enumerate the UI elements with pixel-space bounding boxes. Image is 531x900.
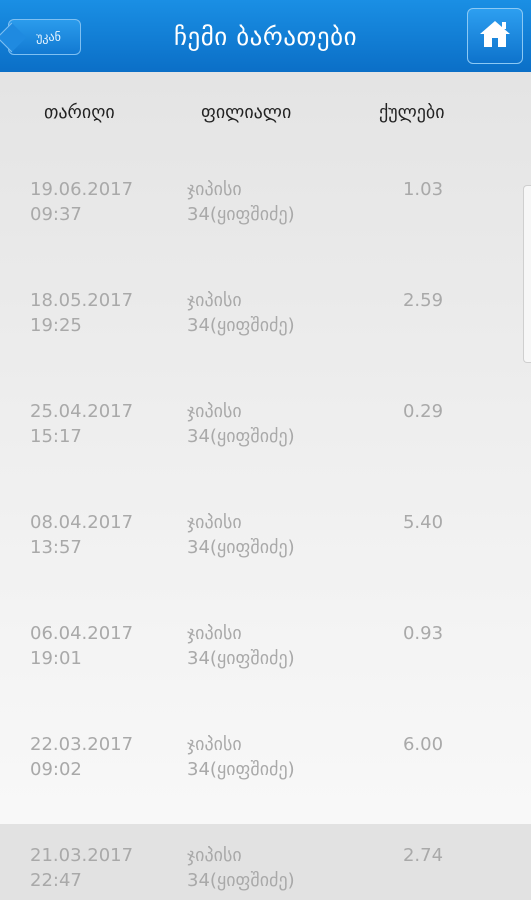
row-branch-cell: ჯიპისი 34(ყიფშიძე) [187, 732, 357, 782]
row-branch-name: ჯიპისი [187, 290, 242, 311]
row-branch-name: ჯიპისი [187, 179, 242, 200]
row-branch-name: ჯიპისი [187, 623, 242, 644]
row-branch-address: 34(ყიფშიძე) [187, 870, 295, 891]
row-points: 2.74 [402, 845, 444, 866]
table-row[interactable]: 25.04.2017 15:17 ჯიპისი 34(ყიფშიძე) 0.29 [0, 399, 531, 510]
row-points: 2.59 [402, 290, 444, 311]
row-time: 13:57 [30, 537, 82, 558]
table-row[interactable]: 19.06.2017 09:37 ჯიპისი 34(ყიფშიძე) 1.03 [0, 177, 531, 288]
row-time: 15:17 [30, 426, 82, 447]
row-date-cell: 18.05.2017 19:25 [30, 288, 160, 338]
row-date: 19.06.2017 [30, 179, 134, 200]
row-date-cell: 08.04.2017 13:57 [30, 510, 160, 560]
row-date: 25.04.2017 [30, 401, 134, 422]
row-date-cell: 22.03.2017 09:02 [30, 732, 160, 782]
row-branch-name: ჯიპისი [187, 734, 242, 755]
row-date-cell: 25.04.2017 15:17 [30, 399, 160, 449]
row-branch-address: 34(ყიფშიძე) [187, 759, 295, 780]
row-branch-cell: ჯიპისი 34(ყიფშიძე) [187, 510, 357, 560]
row-date: 08.04.2017 [30, 512, 134, 533]
column-header-points: ქულები [379, 102, 445, 123]
row-points: 0.29 [402, 401, 444, 422]
column-header-date: თარიღი [44, 102, 115, 123]
row-branch-name: ჯიპისი [187, 845, 242, 866]
row-date: 06.04.2017 [30, 623, 134, 644]
row-date-cell: 06.04.2017 19:01 [30, 621, 160, 671]
row-branch-address: 34(ყიფშიძე) [187, 426, 295, 447]
scrollbar-thumb[interactable] [523, 185, 531, 363]
row-branch-address: 34(ყიფშიძე) [187, 537, 295, 558]
row-date-cell: 19.06.2017 09:37 [30, 177, 160, 227]
row-branch-name: ჯიპისი [187, 512, 242, 533]
row-branch-address: 34(ყიფშიძე) [187, 648, 295, 669]
cards-list[interactable]: თარიღი ფილიალი ქულები 19.06.2017 09:37 ჯ… [0, 72, 531, 900]
home-icon [478, 19, 512, 53]
row-time: 09:02 [30, 759, 82, 780]
row-points: 0.93 [402, 623, 444, 644]
row-branch-cell: ჯიპისი 34(ყიფშიძე) [187, 621, 357, 671]
row-branch-cell: ჯიპისი 34(ყიფშიძე) [187, 399, 357, 449]
column-header-branch: ფილიალი [201, 102, 292, 123]
table-row[interactable]: 21.03.2017 22:47 ჯიპისი 34(ყიფშიძე) 2.74 [0, 824, 531, 900]
row-branch-address: 34(ყიფშიძე) [187, 204, 295, 225]
top-bar: უკან ჩემი ბარათები [0, 0, 531, 72]
row-date-cell: 21.03.2017 22:47 [30, 843, 160, 893]
row-date: 21.03.2017 [30, 845, 134, 866]
row-time: 19:25 [30, 315, 82, 336]
row-branch-address: 34(ყიფშიძე) [187, 315, 295, 336]
row-branch-cell: ჯიპისი 34(ყიფშიძე) [187, 177, 357, 227]
table-row[interactable]: 06.04.2017 19:01 ჯიპისი 34(ყიფშიძე) 0.93 [0, 621, 531, 732]
row-points: 6.00 [402, 734, 444, 755]
row-branch-cell: ჯიპისი 34(ყიფშიძე) [187, 843, 357, 893]
table-header: თარიღი ფილიალი ქულები [0, 102, 531, 138]
back-button-label: უკან [36, 30, 61, 44]
home-button[interactable] [467, 8, 523, 64]
row-time: 09:37 [30, 204, 82, 225]
row-points: 1.03 [402, 179, 444, 200]
row-points: 5.40 [402, 512, 444, 533]
row-branch-name: ჯიპისი [187, 401, 242, 422]
row-date: 22.03.2017 [30, 734, 134, 755]
row-time: 22:47 [30, 870, 82, 891]
table-row[interactable]: 18.05.2017 19:25 ჯიპისი 34(ყიფშიძე) 2.59 [0, 288, 531, 399]
row-date: 18.05.2017 [30, 290, 134, 311]
back-button[interactable]: უკან [8, 19, 81, 55]
row-branch-cell: ჯიპისი 34(ყიფშიძე) [187, 288, 357, 338]
row-time: 19:01 [30, 648, 82, 669]
table-row[interactable]: 08.04.2017 13:57 ჯიპისი 34(ყიფშიძე) 5.40 [0, 510, 531, 621]
page-title: ჩემი ბარათები [173, 21, 358, 51]
